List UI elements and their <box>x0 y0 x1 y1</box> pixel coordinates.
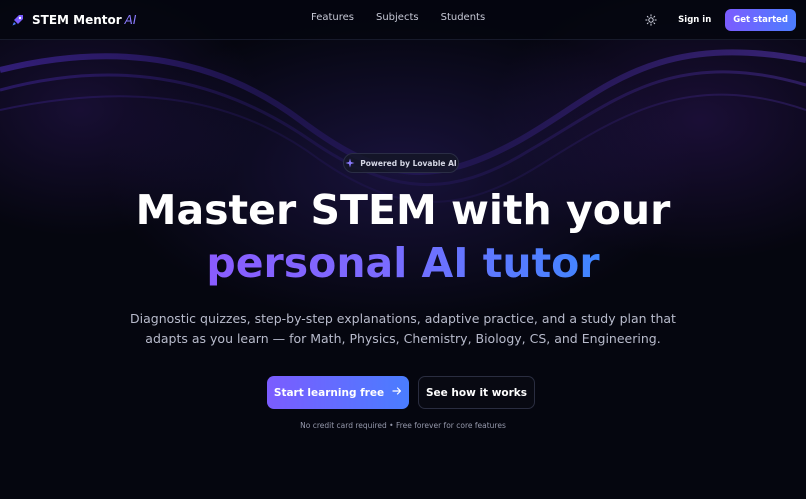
arrow-right-icon <box>392 386 402 399</box>
see-how-it-works-button[interactable]: See how it works <box>418 376 535 409</box>
powered-by-badge: Powered by Lovable AI <box>343 153 459 173</box>
nav-link-students[interactable]: Students <box>441 12 486 23</box>
sign-in-link[interactable]: Sign in <box>678 15 711 25</box>
get-started-button[interactable]: Get started <box>725 8 796 31</box>
start-learning-label: Start learning free <box>273 386 385 399</box>
hero-subtitle: Diagnostic quizzes, step-by-step explana… <box>130 311 676 346</box>
rocket-icon <box>12 14 24 26</box>
nav-link-features[interactable]: Features <box>311 12 354 23</box>
brand-name: STEM Mentor AI <box>32 12 137 27</box>
hero-headline-highlight: personal AI tutor <box>0 238 806 288</box>
nav-link-subjects[interactable]: Subjects <box>376 12 419 23</box>
top-navbar: STEM Mentor AI Features Subjects Students… <box>0 0 806 40</box>
hero-headline-gradient-text: personal AI tutor <box>206 239 600 287</box>
sparkles-icon <box>345 158 355 168</box>
badge-label: Powered by Lovable AI <box>360 158 457 168</box>
nav-actions: Sign in Get started <box>644 8 796 31</box>
start-learning-button[interactable]: Start learning free <box>267 376 409 409</box>
see-how-it-works-label: See how it works <box>425 386 528 399</box>
sun-icon[interactable] <box>644 13 658 27</box>
brand[interactable]: STEM Mentor AI <box>12 13 136 27</box>
hero-fineprint: No credit card required • Free forever f… <box>300 421 506 430</box>
hero-headline: Master STEM with your <box>135 186 671 234</box>
nav-links: Features Subjects Students <box>311 12 485 23</box>
